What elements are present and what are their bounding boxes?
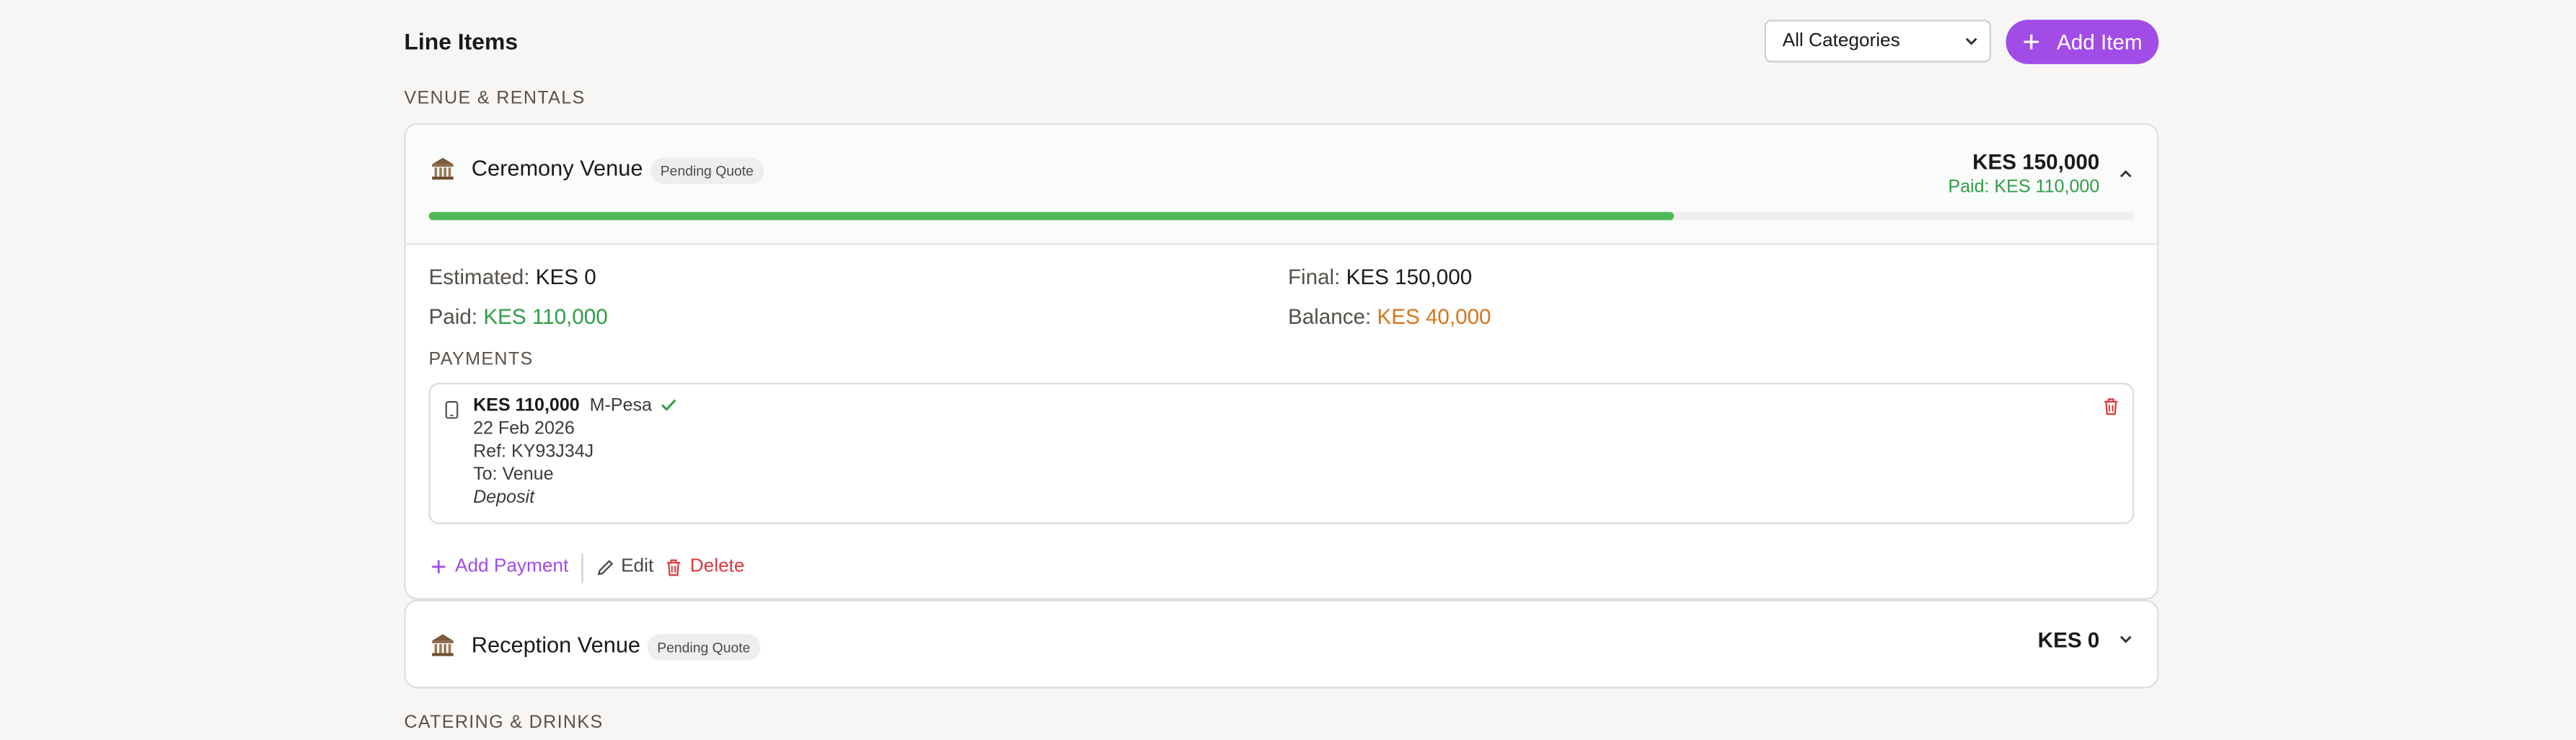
mobile-phone-icon — [445, 401, 459, 419]
estimated-label: Estimated: — [428, 264, 530, 289]
balance-label: Balance: — [1287, 304, 1372, 329]
category-filter-select[interactable]: All Categories — [1764, 19, 1991, 63]
actions-separator — [581, 553, 583, 583]
add-payment-label: Add Payment — [455, 557, 569, 577]
plus-icon — [2024, 34, 2039, 50]
line-item-amount: KES 150,000 — [1972, 149, 2100, 175]
add-item-label: Add Item — [2057, 30, 2143, 55]
chevron-down-icon — [1965, 38, 1977, 45]
line-item-actions: Add Payment Edit Delete — [429, 553, 1086, 583]
payment-entry: KES 110,000 M-Pesa 22 Feb 2026 Ref: KY93… — [428, 382, 2135, 524]
paid-label: Paid: — [428, 304, 478, 329]
line-items-header: Line Items All Categories Add Item — [404, 0, 2159, 85]
page-title: Line Items — [404, 27, 519, 55]
line-item-name: Reception Venue — [471, 633, 641, 658]
line-item-card-ceremony-venue: Ceremony Venue Pending Quote KES 150,000… — [404, 123, 2159, 600]
classical-building-icon — [432, 634, 454, 656]
paid-value: KES 110,000 — [483, 304, 608, 329]
plus-icon — [432, 560, 446, 574]
line-item-amount: KES 0 — [2037, 627, 2100, 653]
delete-button[interactable]: Delete — [666, 557, 745, 577]
edit-button[interactable]: Edit — [596, 557, 654, 577]
trash-icon — [666, 559, 681, 576]
estimated-value: KES 0 — [535, 264, 596, 289]
balance-value: KES 40,000 — [1377, 304, 1491, 329]
pencil-icon — [597, 560, 614, 576]
section-label-catering-drinks: CATERING & DRINKS — [404, 713, 604, 733]
paid-stat: Paid: KES 110,000 — [429, 304, 608, 328]
payment-date: 22 Feb 2026 — [473, 418, 575, 439]
balance-stat: Balance: KES 40,000 — [1288, 304, 1491, 328]
payment-amount: KES 110,000 — [473, 395, 580, 416]
final-value: KES 150,000 — [1346, 264, 1473, 289]
status-badge: Pending Quote — [650, 157, 764, 185]
delete-payment-trash-icon[interactable] — [2103, 397, 2120, 415]
divider — [405, 243, 2158, 245]
add-payment-button[interactable]: Add Payment — [429, 557, 569, 577]
line-item-card-reception-venue[interactable]: Reception Venue Pending Quote KES 0 — [404, 599, 2159, 689]
add-item-button[interactable]: Add Item — [2006, 19, 2159, 64]
section-label-venue-rentals: VENUE & RENTALS — [404, 89, 586, 109]
edit-label: Edit — [621, 557, 654, 577]
estimated-stat: Estimated: KES 0 — [429, 265, 596, 289]
classical-building-icon — [432, 157, 454, 180]
payment-recipient: To: Venue — [473, 464, 554, 485]
payment-summary-line: KES 110,000 M-Pesa — [473, 396, 676, 415]
status-badge: Pending Quote — [647, 634, 761, 661]
line-item-header[interactable]: Ceremony Venue Pending Quote KES 150,000… — [405, 125, 2158, 244]
payment-progress-fill — [428, 211, 1674, 221]
line-item-paid-summary: Paid: KES 110,000 — [1948, 177, 2100, 198]
payment-ref: Ref: KY93J34J — [473, 441, 594, 462]
chevron-down-icon[interactable] — [2116, 629, 2135, 648]
category-filter-value: All Categories — [1782, 31, 1900, 51]
payment-note: Deposit — [473, 488, 535, 508]
payments-title: PAYMENTS — [428, 350, 534, 370]
payment-progress-bar — [428, 211, 2135, 221]
chevron-up-icon[interactable] — [2116, 164, 2135, 184]
check-icon — [661, 399, 676, 411]
delete-label: Delete — [689, 557, 745, 577]
final-label: Final: — [1287, 264, 1341, 289]
final-stat: Final: KES 150,000 — [1288, 265, 1472, 289]
line-item-name: Ceremony Venue — [471, 156, 643, 181]
payment-method: M-Pesa — [589, 395, 652, 416]
